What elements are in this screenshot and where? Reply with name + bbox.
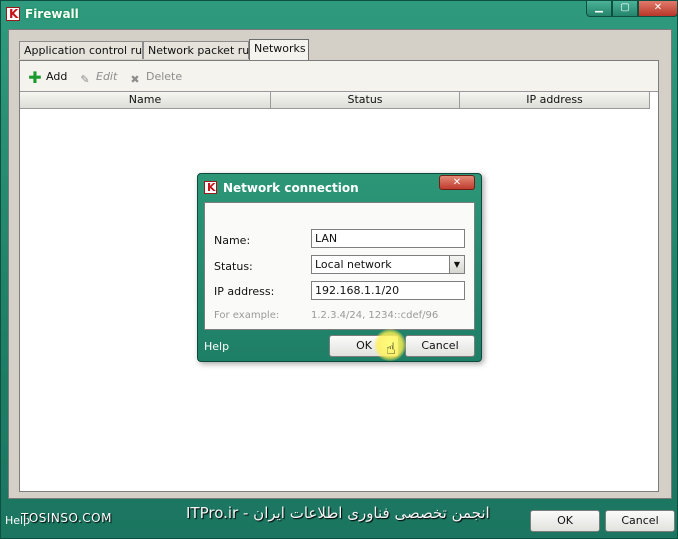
name-field[interactable]: LAN <box>311 229 465 248</box>
close-button[interactable]: ✕ <box>638 1 678 17</box>
column-header-name[interactable]: Name <box>20 92 271 109</box>
dialog-close-button[interactable]: ✕ <box>439 175 475 190</box>
tab-networks[interactable]: Networks <box>249 39 309 60</box>
watermark-itpro: ITPro.ir - انجمن تخصصی فناوری اطلاعات ای… <box>186 504 490 522</box>
name-label: Name: <box>214 234 251 247</box>
ip-address-label: IP address: <box>214 285 275 298</box>
example-label: For example: <box>214 310 280 321</box>
edit-label: Edit <box>96 70 118 83</box>
pencil-icon: ✎ <box>80 73 90 86</box>
bottom-bar: Help TOSINSO.COM ITPro.ir - انجمن تخصصی … <box>1 501 677 539</box>
column-header-ip-address[interactable]: IP address <box>460 92 650 109</box>
dialog-logo-icon <box>204 181 217 194</box>
maximize-button[interactable]: ▢ <box>612 1 638 17</box>
delete-button[interactable]: ✖ Delete <box>128 70 182 86</box>
column-header-status[interactable]: Status <box>271 92 460 109</box>
hand-cursor-icon: ☝ <box>386 339 396 358</box>
dialog-body: Name: LAN Status: Local network ▼ IP add… <box>204 202 475 330</box>
ip-address-field[interactable]: 192.168.1.1/20 <box>311 281 465 300</box>
tab-network-packet-rules[interactable]: Network packet rules <box>143 41 265 59</box>
add-label: Add <box>46 70 68 83</box>
title-bar[interactable]: Firewall ▁ ▢ ✕ <box>1 1 678 29</box>
window-title: Firewall <box>25 7 79 21</box>
minimize-button[interactable]: ▁ <box>586 1 612 17</box>
tab-application-control-rules[interactable]: Application control rules <box>19 41 158 59</box>
dialog-help-link[interactable]: Help <box>204 340 229 353</box>
cancel-button[interactable]: Cancel <box>605 510 675 532</box>
ok-button[interactable]: OK <box>530 510 600 532</box>
network-connection-dialog: Network connection ✕ Name: LAN Status: L… <box>197 173 482 362</box>
delete-label: Delete <box>146 70 183 83</box>
chevron-down-icon[interactable]: ▼ <box>449 256 464 273</box>
add-button[interactable]: ✚ Add <box>28 70 67 86</box>
edit-button[interactable]: ✎ Edit <box>78 70 117 86</box>
plus-icon: ✚ <box>28 68 42 87</box>
status-select-value: Local network <box>315 258 392 271</box>
status-label: Status: <box>214 260 253 273</box>
status-select[interactable]: Local network ▼ <box>311 255 465 274</box>
app-logo-icon <box>6 7 20 21</box>
dialog-title: Network connection <box>223 181 359 195</box>
example-value: 1.2.3.4/24, 1234::cdef/96 <box>311 310 439 321</box>
dialog-cancel-button[interactable]: Cancel <box>405 335 475 357</box>
delete-icon: ✖ <box>130 73 140 86</box>
watermark-tosinso: TOSINSO.COM <box>21 511 112 525</box>
